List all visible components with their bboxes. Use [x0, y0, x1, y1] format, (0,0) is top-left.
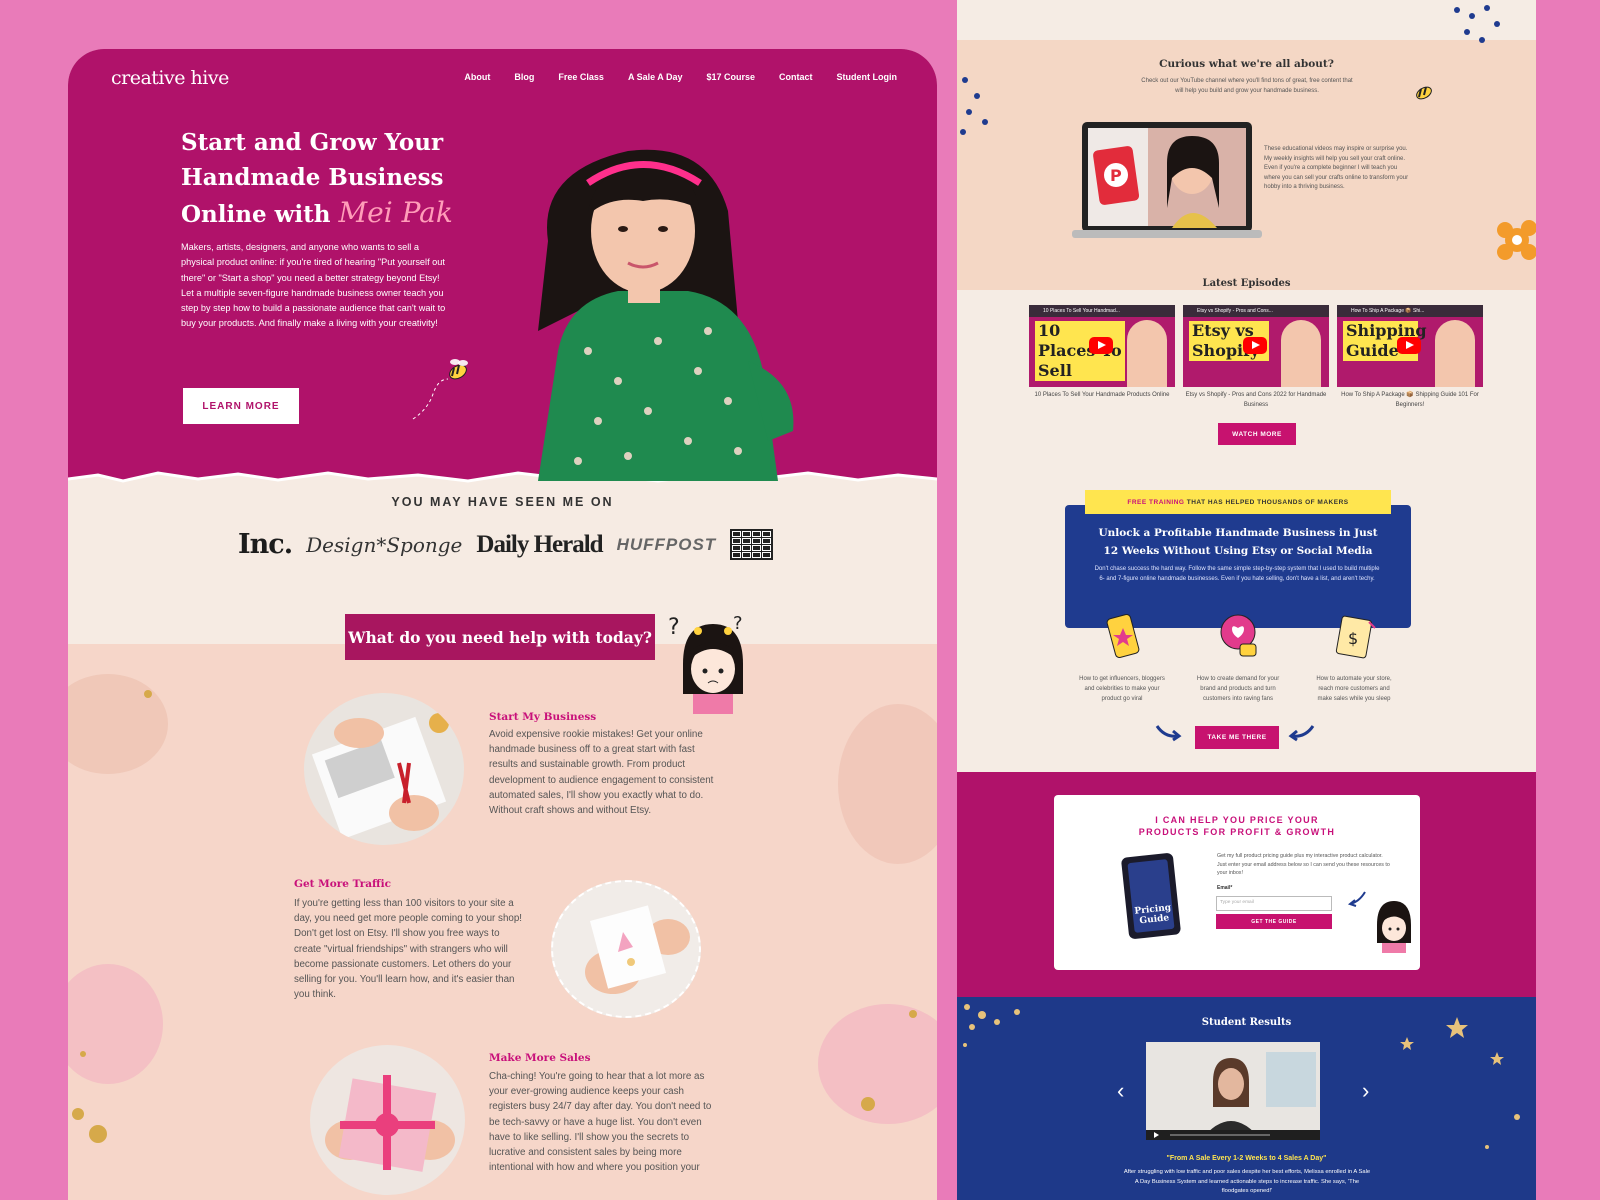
nav-free-class[interactable]: Free Class [558, 72, 604, 82]
episode-caption: 10 Places To Sell Your Handmade Products… [1034, 392, 1170, 398]
episode-card[interactable]: How To Ship A Package 📦 Shi... Shipping … [1337, 305, 1483, 410]
email-label: Email* [1217, 885, 1233, 891]
testimonial-quote: "From A Sale Every 1-2 Weeks to 4 Sales … [1166, 1155, 1327, 1162]
pricing-text: Get my full product pricing guide plus m… [1217, 853, 1390, 877]
testimonial-text: After struggling with low traffic and po… [1123, 1169, 1371, 1194]
testimonial-video[interactable] [1146, 1042, 1320, 1140]
hero-title: Start and Grow Your Handmade Business On… [181, 129, 453, 229]
start-business-text: Avoid expensive rookie mistakes! Get you… [489, 729, 714, 817]
design-sponge-logo: Design*Sponge [306, 532, 463, 557]
youtube-play-icon[interactable] [1397, 337, 1421, 354]
svg-text:?: ? [668, 615, 680, 640]
feature-demand: How to create demand for your brand and … [1195, 610, 1281, 704]
episode-card[interactable]: Etsy vs Shopify - Pros and Cons... Etsy … [1183, 305, 1329, 410]
daily-herald-logo: Daily Herald [476, 530, 603, 558]
episode-list: 10 Places To Sell Your Handmad... 10 Pla… [1029, 305, 1483, 410]
episode-caption: How To Ship A Package 📦 Shipping Guide 1… [1341, 392, 1479, 408]
cartoon-avatar-icon: ? ? [668, 613, 743, 714]
curious-text: Check out our YouTube channel where you'… [1141, 78, 1353, 94]
speech-heart-icon [1220, 614, 1257, 657]
help-banner: What do you need help with today? [345, 614, 655, 660]
cartoon-avatar-icon [1377, 901, 1411, 953]
pricing-title: I CAN HELP YOU PRICE YOUR PRODUCTS FOR P… [1138, 815, 1336, 837]
arrow-icon [1155, 725, 1182, 742]
main-nav: About Blog Free Class A Sale A Day $17 C… [464, 72, 897, 82]
more-traffic-photo [551, 880, 701, 1018]
watch-more-button[interactable]: WATCH MORE [1218, 423, 1296, 445]
creative-hive-logo[interactable]: creative hive [111, 67, 229, 89]
curious-title: Curious what we're all about? [1159, 58, 1334, 70]
youtube-play-icon[interactable] [1243, 337, 1267, 354]
inc-logo: Inc. [238, 529, 293, 560]
free-training-text: Don't chase success the hard way. Follow… [1094, 566, 1380, 582]
feature-automate: $ How to automate your store, reach more… [1311, 610, 1397, 704]
free-training-title: Unlock a Profitable Handmade Business in… [1098, 527, 1378, 557]
homepage-mockup: creative hive About Blog Free Class A Sa… [68, 49, 937, 1200]
more-sales-text: Cha-ching! You're going to hear that a l… [489, 1071, 712, 1174]
script-name: Mei Pak [338, 196, 453, 229]
huffpost-logo: HUFFPOST [616, 534, 717, 554]
more-traffic-text: If you're getting less than 100 visitors… [294, 898, 523, 1001]
free-training-tag: FREE TRAINING THAT HAS HELPED THOUSANDS … [1085, 490, 1391, 514]
laptop-video-mockup[interactable]: P [1072, 118, 1262, 243]
pricing-guide-tablet-icon: Pricing Guide [1121, 853, 1181, 939]
start-business-photo [304, 693, 464, 845]
more-sales-photo [310, 1045, 465, 1195]
phone-star-icon [1106, 613, 1140, 659]
episode-card[interactable]: 10 Places To Sell Your Handmad... 10 Pla… [1029, 305, 1175, 410]
get-the-guide-button[interactable]: GET THE GUIDE [1216, 914, 1332, 929]
arrow-icon [1288, 725, 1315, 742]
nav-17-course[interactable]: $17 Course [706, 72, 755, 82]
more-sales-title[interactable]: Make More Sales [489, 1052, 591, 1064]
money-automation-icon: $ [1335, 615, 1376, 659]
nav-student-login[interactable]: Student Login [837, 72, 898, 82]
chevron-left-icon[interactable]: ‹ [1117, 1078, 1124, 1104]
more-traffic-title[interactable]: Get More Traffic [294, 878, 391, 890]
bee-icon [412, 359, 468, 420]
hero-portrait-photo [538, 149, 794, 481]
latest-episodes-title: Latest Episodes [1202, 278, 1291, 289]
press-logos: Inc. Design*Sponge Daily Herald HUFFPOST [238, 529, 774, 560]
take-me-there-button[interactable]: TAKE ME THERE [1195, 726, 1279, 749]
svg-text:?: ? [733, 613, 743, 634]
secondary-page-mockup: Curious what we're all about? Check out … [957, 0, 1536, 1200]
youtube-play-icon[interactable] [1089, 337, 1113, 354]
nav-blog[interactable]: Blog [514, 72, 534, 82]
arrow-icon [1347, 891, 1366, 907]
nav-contact[interactable]: Contact [779, 72, 813, 82]
start-business-title[interactable]: Start My Business [489, 711, 596, 723]
nav-sale-a-day[interactable]: A Sale A Day [628, 72, 683, 82]
email-field[interactable]: Type your email [1216, 896, 1332, 911]
episode-caption: Etsy vs Shopify - Pros and Cons 2022 for… [1185, 392, 1327, 408]
student-results-title: Student Results [1201, 1017, 1292, 1028]
chevron-right-icon[interactable]: › [1362, 1078, 1369, 1104]
hero-description: Makers, artists, designers, and anyone w… [181, 242, 446, 329]
svg-text:P: P [1110, 166, 1122, 185]
feature-influencers: How to get influencers, bloggers and cel… [1079, 610, 1165, 704]
svg-text:$: $ [1348, 629, 1358, 648]
press-grid-logo [730, 529, 774, 560]
learn-more-button[interactable]: LEARN MORE [183, 388, 299, 424]
seen-on-heading: YOU MAY HAVE SEEN ME ON [391, 495, 614, 509]
nav-about[interactable]: About [464, 72, 490, 82]
curious-side-text: These educational videos may inspire or … [1264, 146, 1409, 191]
bee-icon [1416, 86, 1432, 100]
